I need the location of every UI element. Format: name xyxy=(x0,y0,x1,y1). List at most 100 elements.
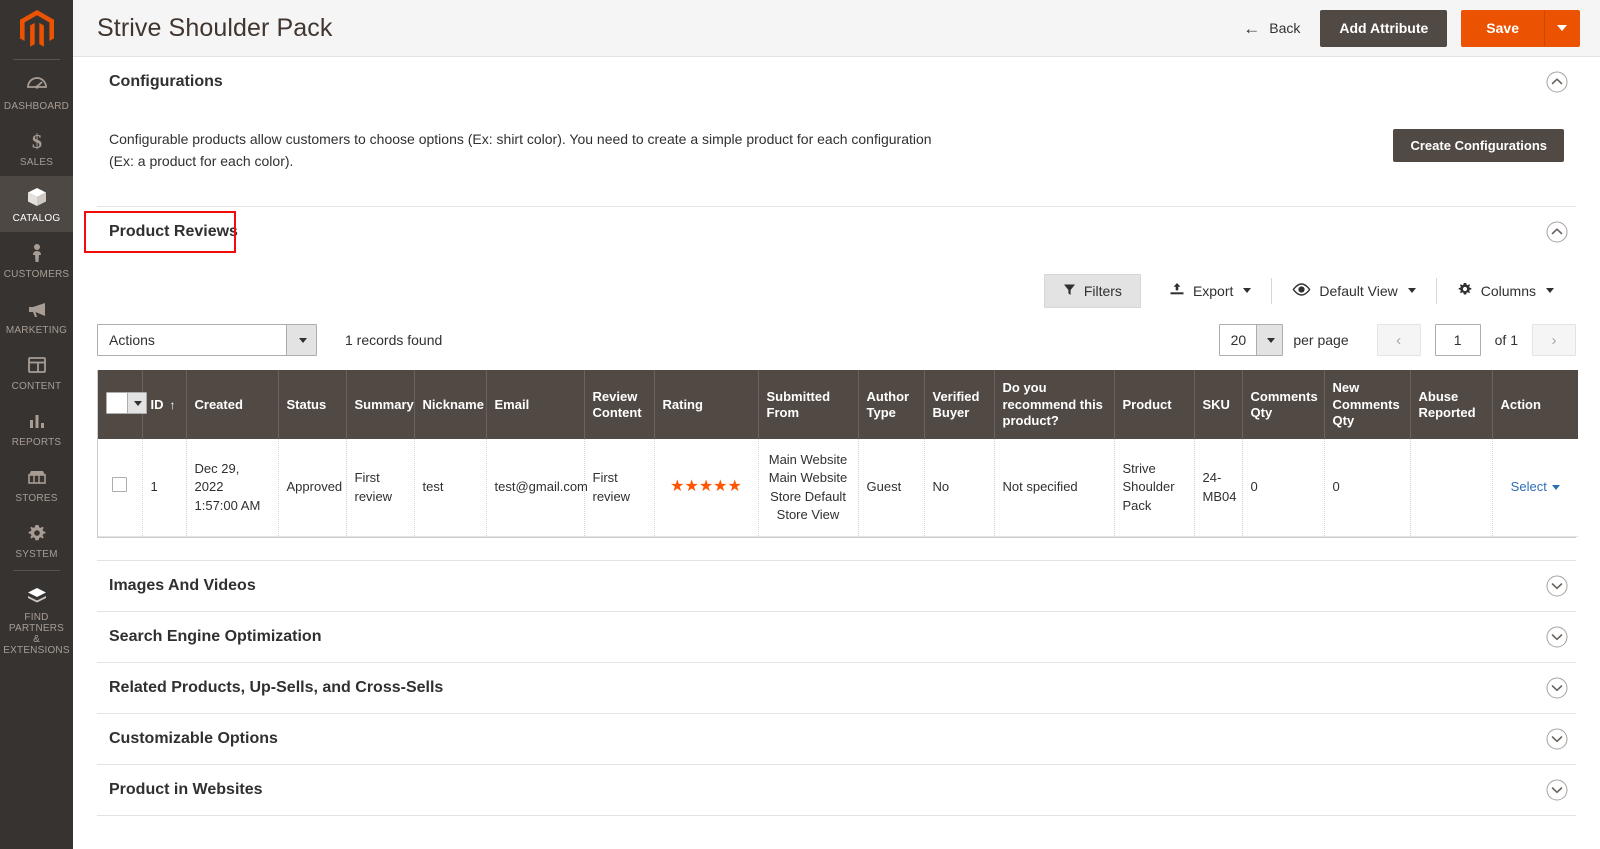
column-header-submitted-from[interactable]: Submitted From xyxy=(758,370,859,440)
cell-email: test@gmail.com xyxy=(486,439,588,537)
section-title: Customizable Options xyxy=(109,729,278,747)
actions-dropdown-label: Actions xyxy=(109,332,155,349)
column-header-review-content[interactable]: Review Content xyxy=(584,370,655,440)
column-header-verified-buyer[interactable]: Verified Buyer xyxy=(924,370,995,440)
funnel-icon xyxy=(1063,283,1076,299)
column-header-summary[interactable]: Summary xyxy=(346,370,415,440)
filters-button[interactable]: Filters xyxy=(1043,273,1141,308)
toolbar-divider xyxy=(1435,277,1437,304)
page-header: Strive Shoulder Pack ← Back Add Attribut… xyxy=(73,0,1600,57)
select-all-checkbox[interactable] xyxy=(107,393,127,414)
default-view-button[interactable]: Default View xyxy=(1278,275,1429,307)
column-header-author-type[interactable]: Author Type xyxy=(858,370,925,440)
select-action-link[interactable]: Select xyxy=(1511,479,1560,494)
page-input[interactable] xyxy=(1434,324,1481,357)
chevron-down-icon[interactable] xyxy=(1546,779,1568,801)
sidebar-item-content[interactable]: CONTENT xyxy=(0,344,73,400)
section-header-product-reviews[interactable]: Product Reviews xyxy=(84,207,1576,257)
chevron-down-icon[interactable] xyxy=(1546,677,1568,699)
sidebar-divider-bottom xyxy=(13,570,60,571)
svg-text:$: $ xyxy=(32,131,42,153)
cell-recommend: Not specified xyxy=(994,439,1115,537)
cell-abuse-reported xyxy=(1410,439,1493,537)
chevron-down-icon[interactable] xyxy=(1546,626,1568,648)
cell-status: Approved xyxy=(278,439,347,537)
column-header-recommend[interactable]: Do you recommend this product? xyxy=(994,370,1115,440)
arrow-left-icon: ← xyxy=(1243,18,1261,38)
column-header-product[interactable]: Product xyxy=(1114,370,1195,440)
section-product-reviews: Product Reviews Filters Export Default V… xyxy=(84,207,1578,561)
sidebar-item-system[interactable]: SYSTEM xyxy=(0,512,73,568)
column-header-created[interactable]: Created xyxy=(186,370,279,440)
sidebar-item-find-partners-extensions[interactable]: FIND PARTNERS & EXTENSIONS xyxy=(0,575,73,664)
records-found-label: 1 records found xyxy=(345,332,443,349)
section-header-images-and-videos[interactable]: Images And Videos xyxy=(97,561,1576,611)
row-checkbox[interactable] xyxy=(112,477,128,493)
actions-dropdown[interactable]: Actions xyxy=(97,324,317,357)
column-header-new-comments-qty[interactable]: New Comments Qty xyxy=(1324,370,1411,440)
sidebar-item-marketing[interactable]: MARKETING xyxy=(0,288,73,344)
cell-author-type: Guest xyxy=(858,439,925,537)
chevron-down-icon[interactable] xyxy=(1546,575,1568,597)
sidebar-item-catalog[interactable]: CATALOG xyxy=(0,176,73,232)
sidebar-item-label: SALES xyxy=(19,157,54,168)
caret-down-icon xyxy=(1243,288,1252,294)
sidebar-item-label: CUSTOMERS xyxy=(3,269,70,280)
section-header-related-products[interactable]: Related Products, Up-Sells, and Cross-Se… xyxy=(97,663,1576,713)
section-title: Configurations xyxy=(109,73,223,90)
add-attribute-button[interactable]: Add Attribute xyxy=(1320,9,1448,47)
column-header-abuse-reported[interactable]: Abuse Reported xyxy=(1410,370,1493,440)
column-header-id[interactable]: ID ↑ xyxy=(142,370,187,440)
cell-submitted-from: Main Website Main Website Store Default … xyxy=(758,439,859,537)
chevron-down-icon[interactable] xyxy=(1546,728,1568,750)
next-page-button[interactable]: › xyxy=(1532,324,1576,357)
caret-down-icon xyxy=(1546,288,1554,294)
table-row: 1 Dec 29, 2022 1:57:00 AM Approved First… xyxy=(98,439,1578,537)
section-header-customizable-options[interactable]: Customizable Options xyxy=(97,714,1576,764)
sidebar-item-dashboard[interactable]: DASHBOARD xyxy=(0,64,73,120)
column-header-nickname[interactable]: Nickname xyxy=(414,370,487,440)
select-all-dropdown[interactable] xyxy=(106,392,147,415)
configurations-description: Configurable products allow customers to… xyxy=(109,131,932,169)
caret-down-icon xyxy=(286,325,316,356)
per-page-dropdown[interactable]: 20 xyxy=(1219,324,1284,357)
sidebar-item-sales[interactable]: $ SALES xyxy=(0,120,73,176)
eye-icon xyxy=(1292,283,1311,299)
chevron-right-icon: › xyxy=(1551,331,1557,349)
caret-down-icon xyxy=(1557,25,1567,31)
caret-down-icon xyxy=(1551,485,1560,491)
section-header-search-engine-optimization[interactable]: Search Engine Optimization xyxy=(97,612,1576,662)
default-view-label: Default View xyxy=(1319,282,1398,299)
main-area: Strive Shoulder Pack ← Back Add Attribut… xyxy=(73,0,1600,849)
grid-controls: Actions 1 records found 20 per page ‹ 1 … xyxy=(97,318,1576,370)
sidebar-item-stores[interactable]: STORES xyxy=(0,456,73,512)
column-header-email[interactable]: Email xyxy=(486,370,585,440)
chevron-up-icon[interactable] xyxy=(1546,221,1568,243)
columns-button[interactable]: Columns xyxy=(1443,273,1568,308)
save-button[interactable]: Save xyxy=(1461,9,1544,47)
person-icon xyxy=(24,240,50,266)
create-configurations-button[interactable]: Create Configurations xyxy=(1393,129,1564,162)
sidebar-item-customers[interactable]: CUSTOMERS xyxy=(0,232,73,288)
section-header-product-in-websites[interactable]: Product in Websites xyxy=(97,765,1576,815)
magento-logo[interactable] xyxy=(0,0,73,57)
section-header-configurations[interactable]: Configurations xyxy=(97,57,1576,107)
back-button[interactable]: ← Back xyxy=(1237,16,1306,41)
row-checkbox-cell[interactable] xyxy=(98,439,143,537)
cell-action[interactable]: Select xyxy=(1492,439,1578,536)
back-button-label: Back xyxy=(1269,20,1301,36)
column-header-sku[interactable]: SKU xyxy=(1194,370,1243,440)
column-header-rating[interactable]: Rating xyxy=(654,370,759,440)
previous-page-button[interactable]: ‹ xyxy=(1376,324,1421,357)
column-header-status[interactable]: Status xyxy=(278,370,347,440)
chevron-up-icon[interactable] xyxy=(1546,71,1568,93)
grid-toolbar: Filters Export Default View Columns xyxy=(97,261,1576,318)
column-header-comments-qty[interactable]: Comments Qty xyxy=(1242,370,1325,440)
column-header-checkbox[interactable] xyxy=(98,370,147,440)
reviews-table: ID ↑ Created Status Summary Nickname Emai… xyxy=(98,370,1578,537)
dollar-icon: $ xyxy=(24,128,50,154)
sidebar-item-reports[interactable]: REPORTS xyxy=(0,400,73,456)
export-button[interactable]: Export xyxy=(1155,274,1265,308)
section-title: Images And Videos xyxy=(109,576,256,594)
save-options-button[interactable] xyxy=(1544,9,1580,47)
